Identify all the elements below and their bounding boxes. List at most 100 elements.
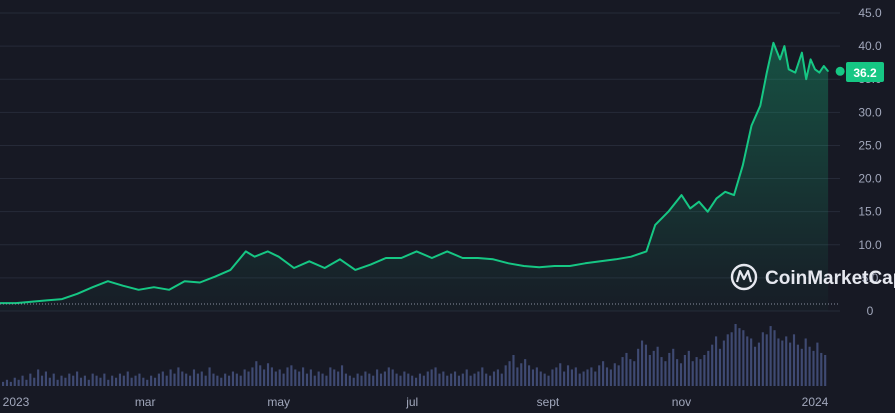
volume-bar <box>609 369 612 386</box>
price-point <box>254 256 256 258</box>
volume-bar <box>192 369 196 386</box>
volume-bar <box>33 377 36 386</box>
volume-bar <box>403 371 406 386</box>
volume-bar <box>504 365 507 386</box>
volume-bar <box>83 375 86 386</box>
price-point <box>630 256 632 258</box>
price-point <box>507 262 510 264</box>
volume-bar <box>337 371 340 386</box>
volume-bar <box>169 369 172 386</box>
volume-bar <box>48 377 51 386</box>
volume-bar <box>376 369 379 386</box>
volume-bar <box>691 361 694 386</box>
volume-bar <box>208 367 211 386</box>
volume-bar <box>274 371 277 386</box>
volume-bar <box>543 373 546 386</box>
price-point <box>788 68 790 70</box>
y-tick-label: 30.0 <box>858 105 882 119</box>
price-point <box>805 78 807 80</box>
price-point <box>733 194 735 196</box>
volume-bar <box>56 379 59 386</box>
volume-bar <box>531 369 535 386</box>
price-point <box>801 52 803 54</box>
volume-bar <box>718 348 722 386</box>
volume-bar <box>804 338 807 386</box>
x-tick-label: 2023 <box>3 395 30 409</box>
price-point <box>199 281 201 284</box>
volume-bar <box>79 377 83 386</box>
volume-bar <box>321 373 324 386</box>
volume-bar <box>722 340 725 386</box>
volume-bar <box>769 326 772 386</box>
volume-bar <box>648 355 651 386</box>
price-point <box>759 105 761 107</box>
volume-bar <box>598 365 601 386</box>
volume-bar <box>621 357 624 386</box>
volume-bar <box>111 375 114 386</box>
volume-bar <box>524 359 527 386</box>
volume-bar <box>126 371 129 386</box>
volume-bar <box>512 355 515 386</box>
volume-bar <box>17 379 20 386</box>
volume-bar <box>508 361 511 386</box>
x-tick-label: may <box>267 395 290 409</box>
current-price-badge: 36.2 <box>846 62 884 82</box>
price-point <box>538 266 540 268</box>
volume-bar <box>816 342 819 386</box>
price-point <box>772 42 775 44</box>
chart-root: 45.040.035.030.025.020.015.010.05.00 202… <box>0 0 895 413</box>
volume-bar <box>204 375 207 386</box>
price-point <box>15 302 17 304</box>
volume-bar <box>9 381 12 386</box>
volume-bar <box>715 336 718 386</box>
volume-bar <box>107 379 110 386</box>
volume-bar <box>602 361 605 386</box>
volume-bar <box>442 371 445 386</box>
volume-bar <box>668 352 671 386</box>
volume-bar <box>72 375 75 386</box>
volume-bar <box>539 371 542 386</box>
price-point <box>168 289 170 291</box>
price-point <box>814 68 816 70</box>
volume-bar <box>676 359 679 386</box>
price-point <box>689 207 691 209</box>
volume-bar <box>266 363 270 386</box>
volume-bar <box>792 334 796 386</box>
volume-bar <box>173 373 176 386</box>
volume-bar <box>746 336 749 386</box>
y-tick-label: 25.0 <box>858 138 882 152</box>
volume-bar <box>227 375 231 386</box>
volume-bar <box>726 334 729 386</box>
volume-bar <box>243 369 246 386</box>
price-point <box>707 211 709 213</box>
volume-bar <box>411 375 414 386</box>
price-point <box>76 293 78 295</box>
x-tick-label: jul <box>405 395 418 409</box>
volume-bar <box>563 371 566 386</box>
price-point <box>783 45 785 47</box>
price-point <box>324 267 326 269</box>
volume-bar <box>91 373 94 386</box>
volume-bar <box>594 371 597 386</box>
price-point <box>30 301 32 303</box>
volume-bar <box>255 361 258 386</box>
volume-bar <box>418 373 422 386</box>
volume-bar <box>142 377 145 386</box>
volume-bar <box>21 375 24 386</box>
price-area-fill <box>0 42 829 312</box>
volume-bar <box>157 373 160 386</box>
volume-bar <box>800 348 803 386</box>
volume-bar <box>687 350 690 386</box>
volume-bar <box>189 375 192 386</box>
volume-bar <box>99 377 102 386</box>
volume-bar <box>231 371 235 386</box>
price-point <box>107 280 109 282</box>
volume-bar <box>699 359 702 386</box>
price-point <box>654 224 656 226</box>
volume-bar <box>789 342 792 386</box>
volume-bar <box>473 373 476 386</box>
volume-bar <box>555 367 558 386</box>
volume-bar <box>551 369 554 386</box>
volume-bar <box>313 375 316 386</box>
price-point <box>680 194 683 196</box>
